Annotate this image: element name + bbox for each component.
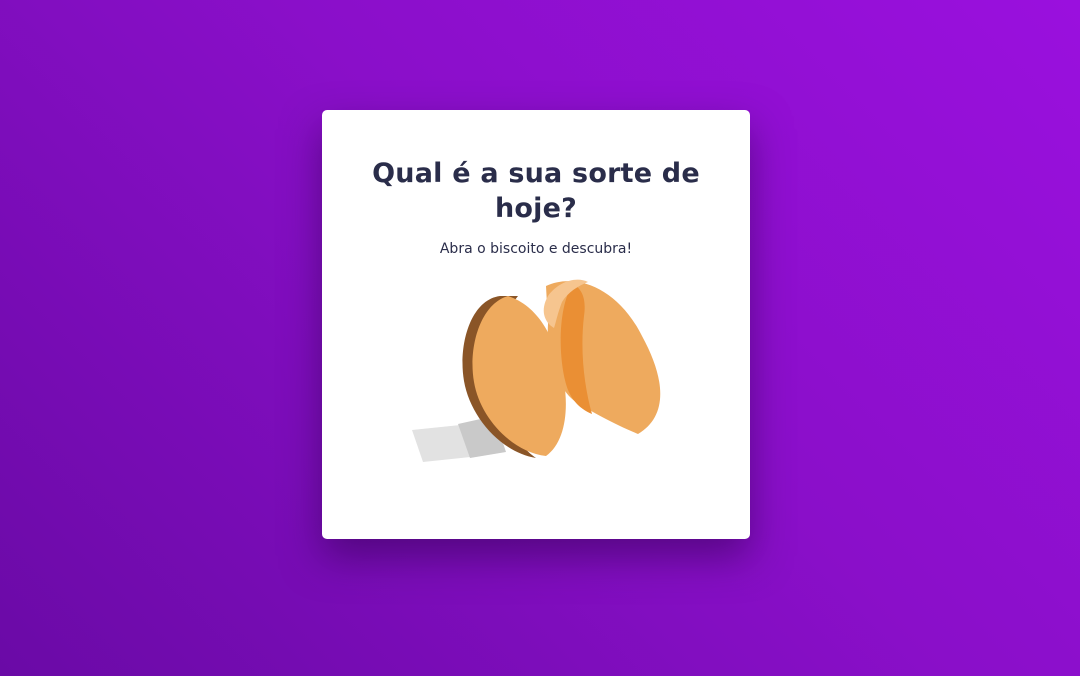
card-title: Qual é a sua sorte de hoje? [372, 158, 700, 224]
fortune-cookie-icon [412, 279, 661, 462]
card-subtitle: Abra o biscoito e descubra! [439, 241, 633, 257]
fortune-card: Qual é a sua sorte de hoje? Abra o bisco… [322, 110, 750, 539]
fortune-cookie-button[interactable] [408, 276, 664, 476]
